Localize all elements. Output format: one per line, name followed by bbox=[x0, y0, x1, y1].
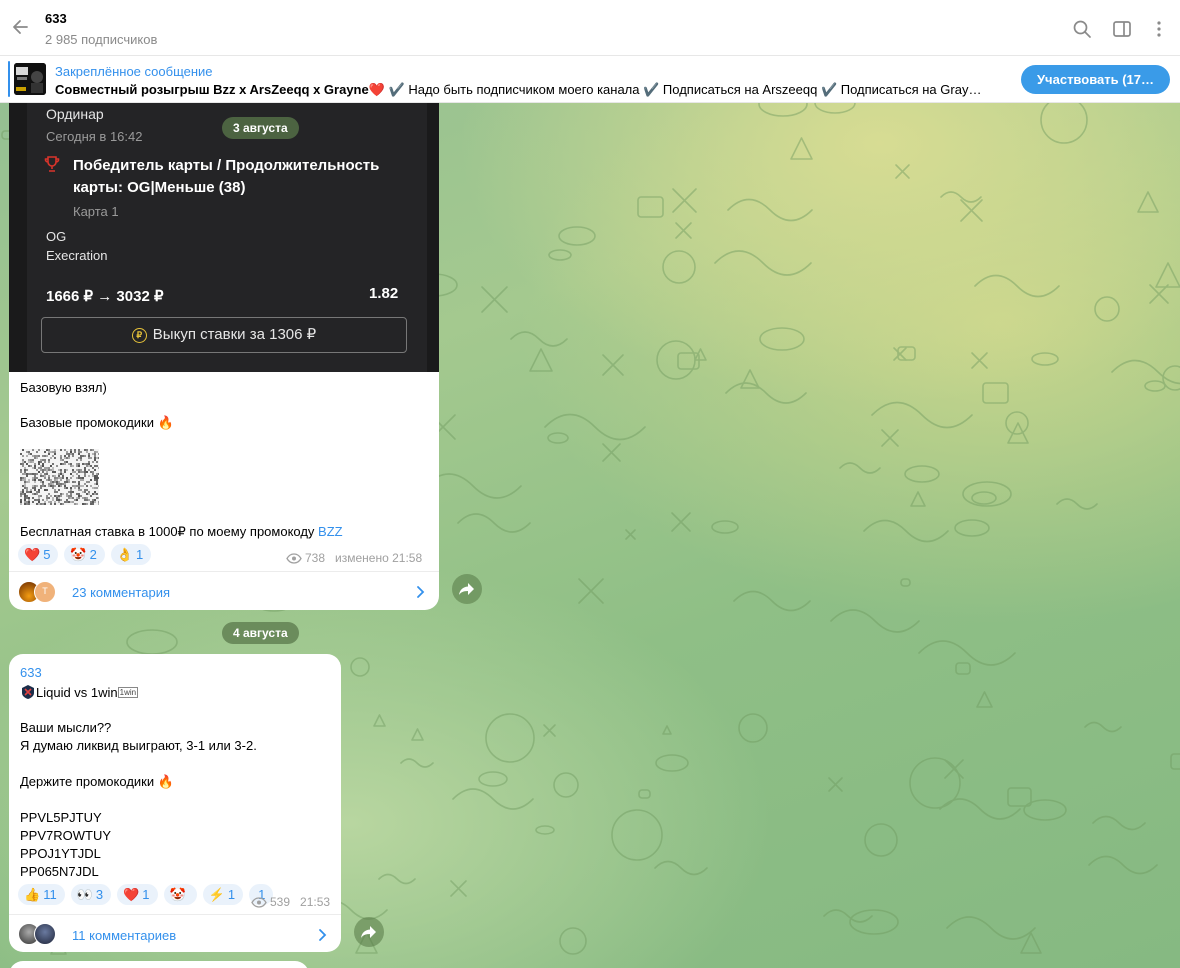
promo-text: Бесплатная ставка в 1000₽ по моему промо… bbox=[20, 524, 343, 539]
reactions-row: ❤️ 5 🤡 2 👌 1 bbox=[18, 544, 152, 565]
reaction-count: 5 bbox=[43, 547, 51, 562]
promo-qr-image[interactable] bbox=[20, 449, 99, 505]
promo-code: PPOJ1YTJDL bbox=[20, 846, 101, 861]
reaction-chip[interactable]: 👌 1 bbox=[110, 544, 152, 565]
eye-icon bbox=[286, 553, 302, 564]
chat-header: 633 2 985 подписчиков bbox=[0, 0, 1180, 56]
reaction-chip[interactable]: 🤡 bbox=[163, 884, 197, 905]
bet-team-1: OG bbox=[46, 229, 67, 244]
chevron-right-icon[interactable] bbox=[317, 928, 327, 942]
commenter-avatars: Т bbox=[18, 581, 56, 603]
message-bubble-1[interactable]: Ординар Сегодня в 16:42 Победитель карты… bbox=[9, 103, 439, 610]
message-text-line: Я думаю ликвид выиграют, 3-1 или 3-2. bbox=[20, 738, 257, 753]
message-bubble-3[interactable] bbox=[9, 961, 309, 968]
share-icon bbox=[361, 926, 376, 938]
reaction-emoji: 👀 bbox=[76, 887, 93, 902]
avatar bbox=[34, 923, 56, 945]
bet-buyout-button: ₽ Выкуп ставки за 1306 ₽ bbox=[41, 317, 407, 353]
bet-amount: 1666 ₽ → 3032 ₽ bbox=[46, 288, 164, 305]
comments-divider bbox=[9, 571, 439, 572]
promo-code: PPV7ROWTUY bbox=[20, 828, 112, 843]
channel-title[interactable]: 633 bbox=[45, 11, 67, 26]
bet-screenshot: Ординар Сегодня в 16:42 Победитель карты… bbox=[9, 103, 439, 372]
message-author[interactable]: 633 bbox=[20, 665, 42, 680]
promo-code-link[interactable]: BZZ bbox=[318, 524, 343, 539]
bet-market: Победитель карты / Продолжительность кар… bbox=[73, 157, 380, 196]
pinned-indicator bbox=[8, 61, 10, 97]
reaction-chip[interactable]: 👍 11 bbox=[18, 884, 65, 905]
bet-coefficient: 1.82 bbox=[369, 285, 399, 302]
reaction-count: 3 bbox=[95, 887, 104, 902]
share-icon bbox=[459, 583, 474, 595]
chevron-right-icon[interactable] bbox=[415, 585, 425, 599]
search-icon[interactable] bbox=[1071, 18, 1093, 40]
message-title: Liquid vs 1win 1win bbox=[20, 684, 139, 700]
pinned-text: Совместный розыгрыш Bzz x ArsZeeqq x Gra… bbox=[55, 82, 982, 97]
liquid-logo-icon bbox=[22, 685, 34, 699]
pinned-thumbnail bbox=[14, 63, 46, 95]
reaction-emoji: 👌 bbox=[116, 547, 134, 562]
message-meta: 738 изменено 21:58 bbox=[286, 551, 422, 565]
ruble-coin-icon: ₽ bbox=[131, 328, 147, 343]
reaction-chip[interactable]: ❤️ 1 bbox=[117, 884, 158, 905]
eye-icon bbox=[251, 897, 267, 908]
share-button[interactable] bbox=[452, 574, 482, 604]
promo-code: PP065N7JDL bbox=[20, 864, 99, 879]
comments-link[interactable]: 23 комментария bbox=[72, 585, 170, 600]
reaction-count: 1 bbox=[227, 887, 236, 902]
reaction-emoji: 🤡 bbox=[169, 887, 186, 902]
message-bubble-2[interactable]: 633 Liquid vs 1win 1win Ваши мысли?? Я ду… bbox=[9, 654, 341, 952]
reaction-count: 11 bbox=[43, 887, 57, 902]
message-meta: 539 21:53 bbox=[251, 895, 330, 909]
message-text-line: Ваши мысли?? bbox=[20, 720, 112, 735]
reaction-emoji: ❤️ bbox=[123, 887, 140, 902]
trophy-icon bbox=[44, 156, 60, 172]
share-button[interactable] bbox=[354, 917, 384, 947]
comments-link[interactable]: 11 комментариев bbox=[72, 928, 176, 943]
bet-map: Карта 1 bbox=[73, 204, 119, 219]
reaction-count: 1 bbox=[136, 547, 144, 562]
commenter-avatars bbox=[18, 923, 56, 945]
reaction-emoji: ⚡ bbox=[208, 887, 225, 902]
reaction-count: 1 bbox=[142, 887, 150, 902]
subscriber-count: 2 985 подписчиков bbox=[45, 32, 158, 47]
reactions-row: 👍 11 👀 3 ❤️ 1 🤡 ⚡ 1 1 bbox=[18, 884, 274, 905]
reaction-chip[interactable]: 🤡 2 bbox=[64, 544, 105, 565]
participate-button[interactable]: Участвовать (17… bbox=[1021, 65, 1170, 94]
sidebar-toggle-icon[interactable] bbox=[1111, 18, 1133, 40]
message-text-line: Базовую взял) bbox=[20, 380, 107, 395]
avatar: Т bbox=[34, 581, 56, 603]
date-separator: 4 августа bbox=[222, 622, 299, 644]
reaction-chip[interactable]: ❤️ 5 bbox=[18, 544, 59, 565]
comments-divider bbox=[9, 914, 341, 915]
reaction-emoji: 👍 bbox=[24, 887, 41, 902]
reaction-chip[interactable]: ⚡ 1 bbox=[202, 884, 244, 905]
reaction-emoji: ❤️ bbox=[24, 547, 41, 562]
bet-team-2: Execration bbox=[46, 248, 108, 263]
message-text-line: Базовые промокодики 🔥 bbox=[20, 415, 174, 430]
chat-area[interactable]: Ординар Сегодня в 16:42 Победитель карты… bbox=[0, 103, 1180, 968]
more-vertical-icon[interactable] bbox=[1148, 18, 1170, 40]
promo-code: PPVL5PJTUY bbox=[20, 810, 102, 825]
bet-type: Ординар bbox=[46, 106, 104, 122]
onewin-badge-icon: 1win bbox=[117, 687, 139, 698]
reaction-count: 2 bbox=[89, 547, 97, 562]
date-separator-floating: 3 августа bbox=[222, 117, 299, 139]
message-text-line: Держите промокодики 🔥 bbox=[20, 774, 174, 789]
pinned-message-bar[interactable]: Закреплённое сообщение Совместный розыгр… bbox=[0, 56, 1180, 103]
reaction-chip[interactable]: 👀 3 bbox=[70, 884, 112, 905]
reaction-emoji: 🤡 bbox=[70, 547, 87, 562]
back-arrow-icon[interactable] bbox=[8, 14, 34, 40]
pinned-title: Закреплённое сообщение bbox=[55, 64, 213, 79]
bet-time: Сегодня в 16:42 bbox=[46, 129, 143, 144]
